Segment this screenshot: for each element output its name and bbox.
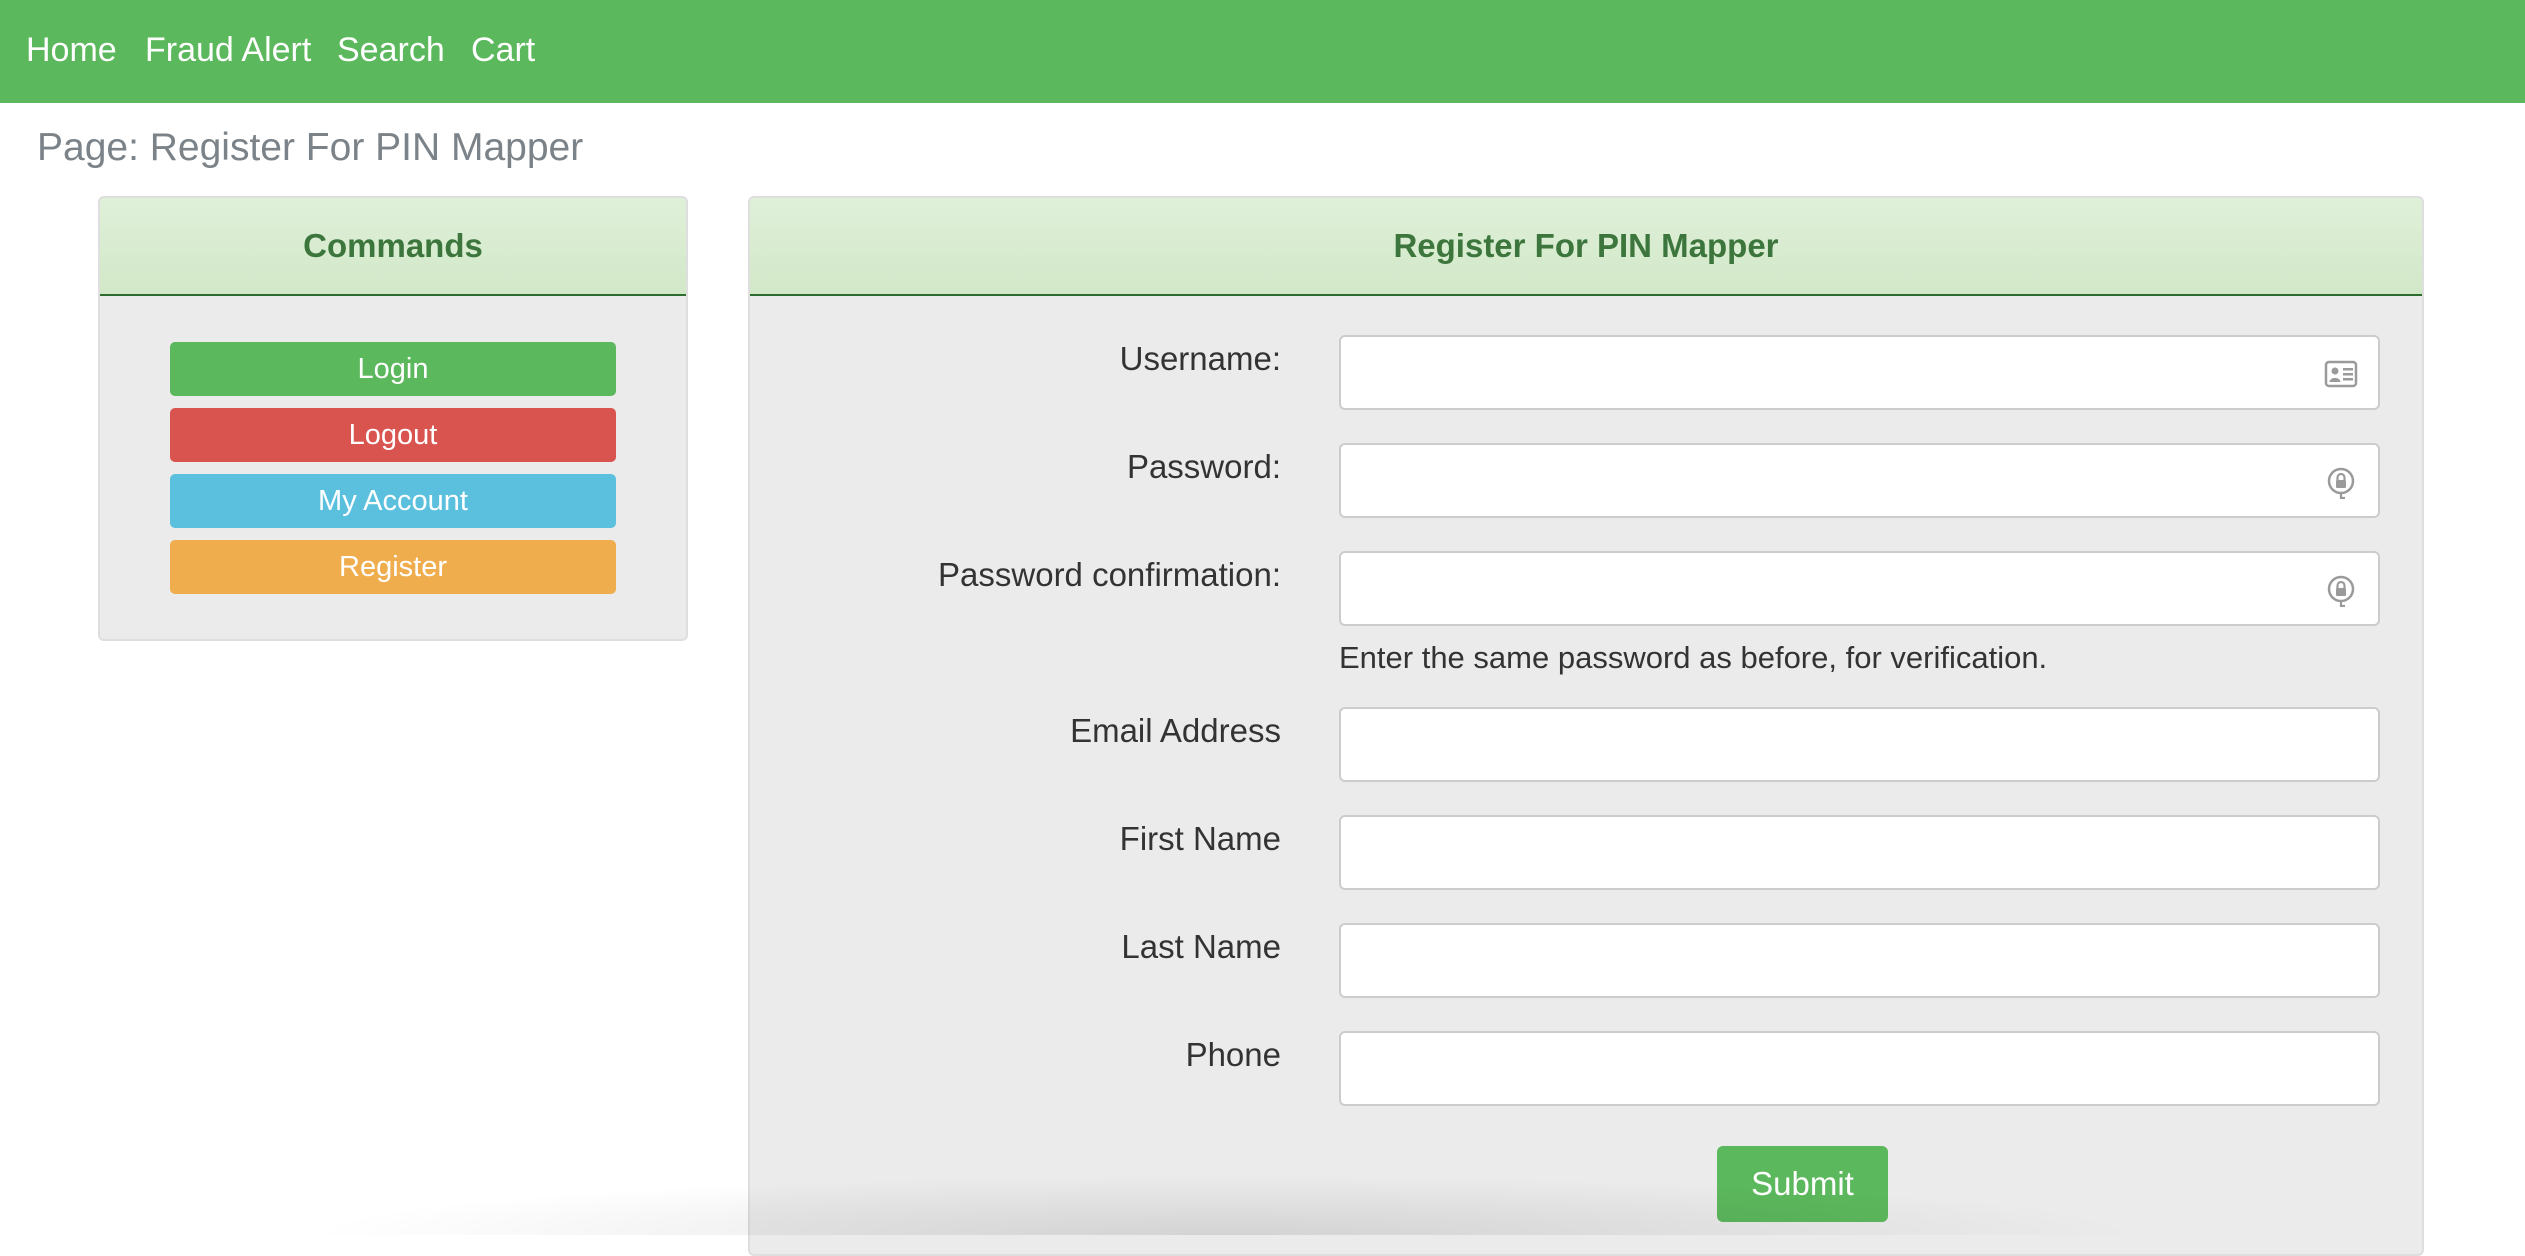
top-navbar: Home Fraud Alert Search Cart [0, 0, 2525, 103]
password-confirmation-help-text: Enter the same password as before, for v… [1339, 640, 2048, 675]
username-label: Username: [1119, 340, 1281, 377]
password-confirmation-field-container [1339, 551, 2380, 626]
password-label: Password: [1126, 448, 1281, 485]
nav-link-home[interactable]: Home [26, 0, 117, 100]
nav-link-cart[interactable]: Cart [471, 0, 535, 100]
password-input[interactable] [1341, 445, 2378, 516]
username-field-container [1339, 335, 2380, 410]
password-field-container [1339, 443, 2380, 518]
last-name-label: Last Name [1121, 928, 1281, 965]
first-name-field-container [1339, 815, 2380, 890]
phone-label: Phone [1185, 1036, 1281, 1073]
submit-button[interactable]: Submit [1717, 1146, 1888, 1222]
email-field-container [1339, 707, 2380, 782]
logout-button[interactable]: Logout [170, 408, 616, 462]
register-button[interactable]: Register [170, 540, 616, 594]
nav-link-search[interactable]: Search [337, 0, 445, 100]
first-name-label: First Name [1119, 820, 1281, 857]
password-confirmation-label: Password confirmation: [938, 556, 1281, 593]
nav-link-fraud-alert[interactable]: Fraud Alert [145, 0, 311, 100]
my-account-button[interactable]: My Account [170, 474, 616, 528]
login-button[interactable]: Login [170, 342, 616, 396]
page-title: Page: Register For PIN Mapper [37, 126, 584, 169]
username-input[interactable] [1341, 337, 2378, 408]
contact-card-icon [2324, 360, 2358, 388]
password-confirmation-input[interactable] [1341, 553, 2378, 624]
commands-panel-heading: Commands [100, 198, 686, 296]
register-form-panel: Register For PIN Mapper Username: Passwo… [748, 196, 2424, 1256]
last-name-field-container [1339, 923, 2380, 998]
key-lock-icon [2327, 575, 2355, 607]
first-name-input[interactable] [1341, 817, 2378, 888]
last-name-input[interactable] [1341, 925, 2378, 996]
phone-field-container [1339, 1031, 2380, 1106]
email-label: Email Address [1070, 712, 1281, 749]
phone-input[interactable] [1341, 1033, 2378, 1104]
email-input[interactable] [1341, 709, 2378, 780]
commands-panel: Commands Login Logout My Account Registe… [98, 196, 688, 641]
key-lock-icon [2327, 467, 2355, 499]
register-form-heading: Register For PIN Mapper [750, 198, 2422, 296]
